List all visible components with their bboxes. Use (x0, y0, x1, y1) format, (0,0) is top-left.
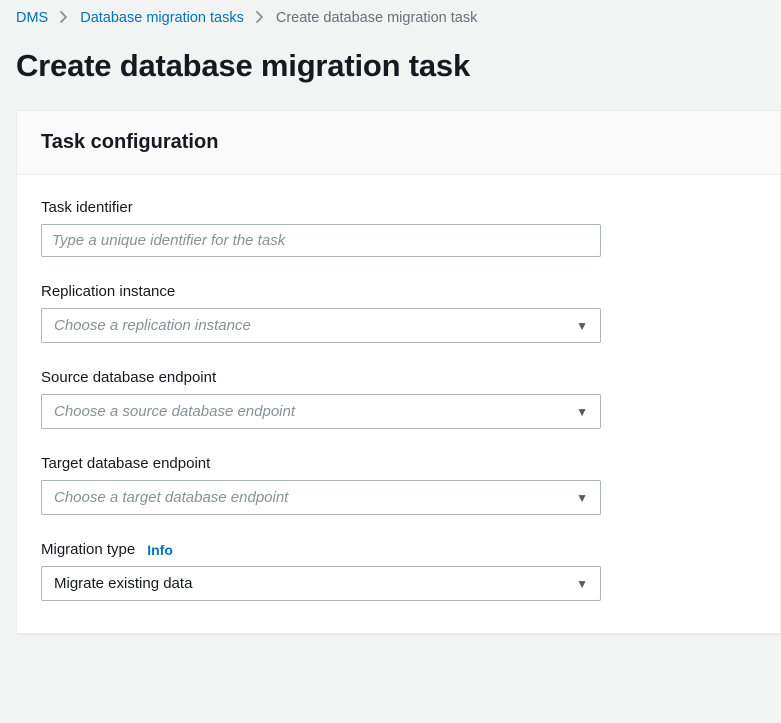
source-endpoint-select[interactable]: Choose a source database endpoint ▼ (41, 394, 601, 429)
breadcrumb: DMS Database migration tasks Create data… (16, 10, 781, 26)
field-task-identifier: Task identifier (41, 199, 756, 257)
task-configuration-panel: Task configuration Task identifier Repli… (16, 110, 781, 634)
migration-type-info-link[interactable]: Info (147, 542, 173, 558)
target-endpoint-placeholder: Choose a target database endpoint (54, 489, 288, 506)
chevron-down-icon: ▼ (576, 577, 588, 591)
target-endpoint-label: Target database endpoint (41, 455, 756, 472)
chevron-right-icon (256, 11, 264, 26)
task-identifier-label: Task identifier (41, 199, 756, 216)
chevron-down-icon: ▼ (576, 319, 588, 333)
field-replication-instance: Replication instance Choose a replicatio… (41, 283, 756, 343)
panel-header: Task configuration (17, 111, 780, 175)
chevron-down-icon: ▼ (576, 405, 588, 419)
field-source-endpoint: Source database endpoint Choose a source… (41, 369, 756, 429)
replication-instance-placeholder: Choose a replication instance (54, 317, 251, 334)
page-title: Create database migration task (16, 48, 781, 84)
field-target-endpoint: Target database endpoint Choose a target… (41, 455, 756, 515)
chevron-down-icon: ▼ (576, 491, 588, 505)
migration-type-label: Migration type (41, 541, 135, 558)
target-endpoint-select[interactable]: Choose a target database endpoint ▼ (41, 480, 601, 515)
source-endpoint-label: Source database endpoint (41, 369, 756, 386)
replication-instance-label: Replication instance (41, 283, 756, 300)
panel-heading: Task configuration (41, 131, 756, 154)
replication-instance-select[interactable]: Choose a replication instance ▼ (41, 308, 601, 343)
field-migration-type: Migration type Info Migrate existing dat… (41, 541, 756, 601)
task-identifier-input[interactable] (41, 224, 601, 257)
panel-body: Task identifier Replication instance Cho… (17, 175, 780, 633)
breadcrumb-current: Create database migration task (276, 10, 478, 26)
breadcrumb-link-tasks[interactable]: Database migration tasks (80, 10, 244, 26)
chevron-right-icon (60, 11, 68, 26)
breadcrumb-link-dms[interactable]: DMS (16, 10, 48, 26)
migration-type-select[interactable]: Migrate existing data ▼ (41, 566, 601, 601)
migration-type-value: Migrate existing data (54, 575, 192, 592)
source-endpoint-placeholder: Choose a source database endpoint (54, 403, 295, 420)
